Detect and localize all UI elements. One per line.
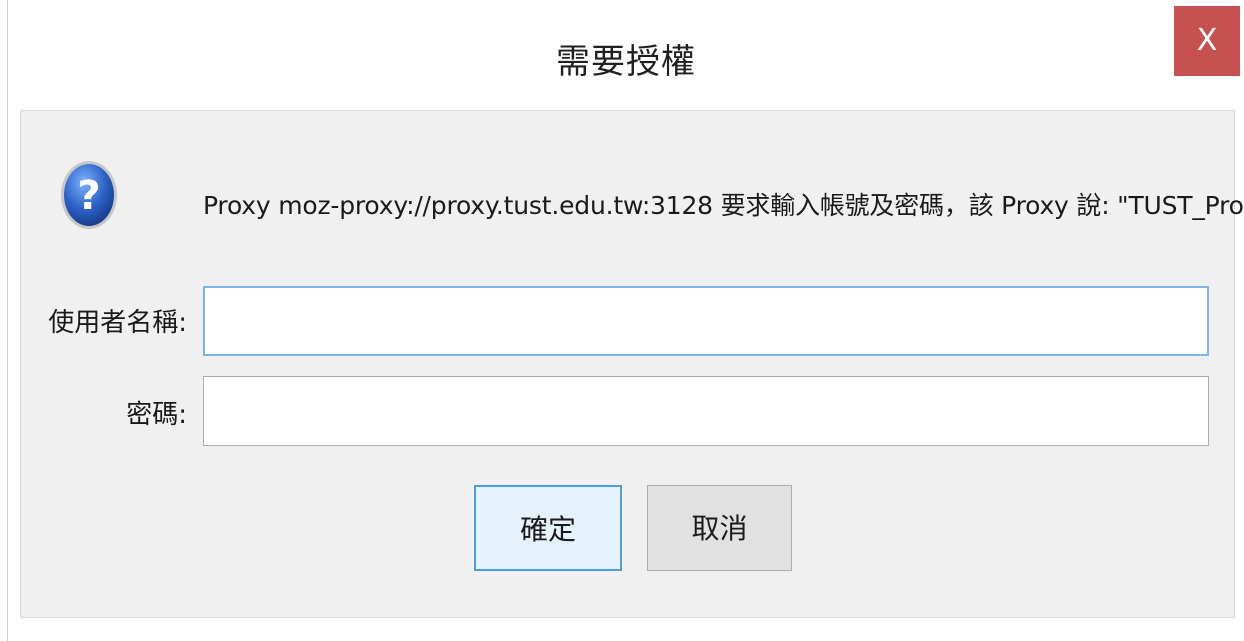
svg-text:?: ? [77,173,100,219]
dialog-body: ? Proxy moz-proxy://proxy.tust.edu.tw:31… [20,110,1244,618]
username-field[interactable] [203,286,1209,356]
username-label: 使用者名稱: [48,308,187,338]
question-icon: ? [61,161,117,229]
dialog-title: 需要授權 [556,42,696,82]
cancel-button[interactable]: 取消 [647,485,792,571]
auth-message: Proxy moz-proxy://proxy.tust.edu.tw:3128… [203,191,1244,220]
title-bar: 需要授權 X [8,0,1244,108]
ok-button[interactable]: 確定 [474,485,622,571]
password-field[interactable] [203,376,1209,446]
password-label: 密碼: [126,400,187,430]
auth-dialog: 需要授權 X ? Proxy moz-proxy://proxy.tust.ed… [7,0,1244,641]
close-button[interactable]: X [1174,6,1240,76]
